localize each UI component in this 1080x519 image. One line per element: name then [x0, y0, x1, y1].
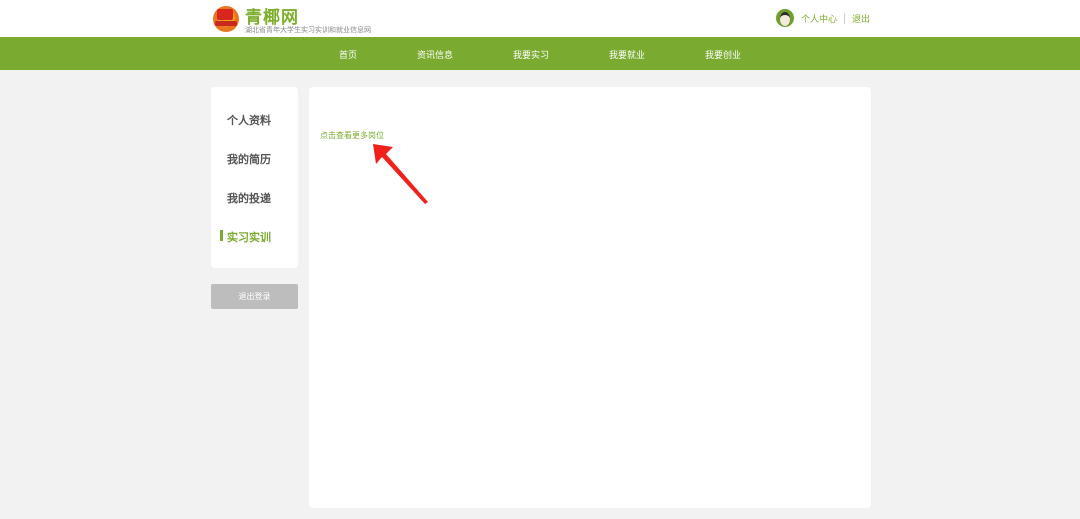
nav-item-home[interactable]: 首页: [339, 48, 357, 61]
logout-link[interactable]: 退出: [852, 12, 870, 25]
sidebar: 个人资料 我的简历 我的投递 实习实训: [211, 87, 298, 268]
logout-button[interactable]: 退出登录: [211, 284, 298, 309]
nav-item-entrepreneurship[interactable]: 我要创业: [705, 48, 741, 61]
badge-band: [215, 21, 237, 26]
nav-item-employment[interactable]: 我要就业: [609, 48, 645, 61]
flag-shape: [217, 9, 233, 20]
top-header: 青椰网 湖北省青年大学生实习实训和就业信息网 个人中心 退出: [0, 0, 1080, 37]
emblem-logo-icon[interactable]: [213, 6, 239, 32]
nav-item-news[interactable]: 资讯信息: [417, 48, 453, 61]
header-divider: [844, 13, 845, 24]
sidebar-item-internship-training[interactable]: 实习实训: [227, 229, 271, 245]
user-center-link[interactable]: 个人中心: [801, 12, 837, 25]
sidebar-item-resume[interactable]: 我的简历: [227, 151, 271, 167]
user-avatar-icon[interactable]: [776, 9, 794, 27]
sidebar-item-profile[interactable]: 个人资料: [227, 112, 271, 128]
active-indicator: [220, 230, 223, 241]
sidebar-item-applications[interactable]: 我的投递: [227, 190, 271, 206]
site-subtitle: 湖北省青年大学生实习实训和就业信息网: [245, 26, 371, 34]
nav-item-internship[interactable]: 我要实习: [513, 48, 549, 61]
red-arrow-annotation-icon: [373, 144, 428, 204]
main-navbar: 首页 资讯信息 我要实习 我要就业 我要创业: [0, 37, 1080, 70]
